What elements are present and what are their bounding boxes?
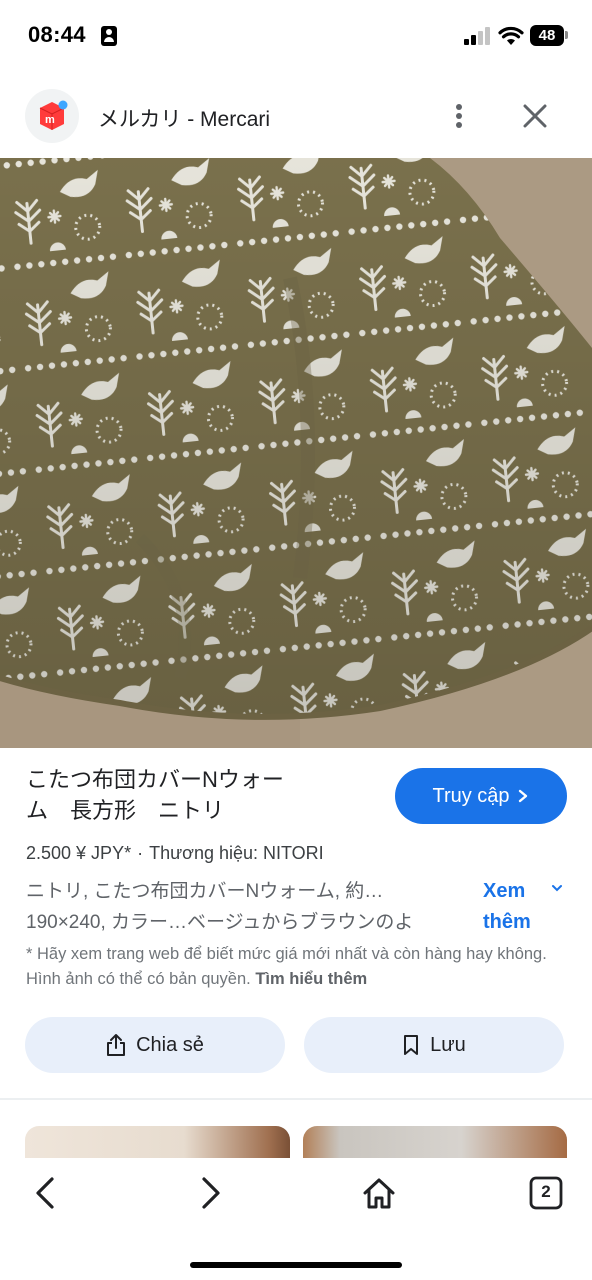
home-icon[interactable] bbox=[359, 1174, 399, 1214]
separator-dot: · bbox=[137, 843, 144, 863]
product-price: 2.500 ¥ JPY* bbox=[26, 843, 132, 863]
forward-icon[interactable] bbox=[190, 1174, 230, 1214]
chevron-down-icon[interactable] bbox=[550, 882, 564, 894]
bottom-nav: 2 bbox=[0, 1158, 592, 1280]
section-divider bbox=[0, 1098, 592, 1100]
share-button[interactable]: Chia sẻ bbox=[25, 1017, 285, 1073]
mercari-logo-icon: m bbox=[25, 89, 79, 143]
tab-count: 2 bbox=[541, 1182, 551, 1201]
visit-button[interactable]: Truy cập bbox=[395, 768, 567, 824]
description-line-2: 190×240, カラー…ベージュからブラウンのよ bbox=[26, 912, 414, 933]
save-button[interactable]: Lưu bbox=[304, 1017, 564, 1073]
wifi-icon bbox=[498, 26, 524, 45]
share-icon bbox=[107, 1034, 126, 1056]
status-bar: 08:44 48 bbox=[0, 0, 592, 72]
see-more-link[interactable]: Xem thêm bbox=[483, 876, 543, 938]
product-brand: Thương hiệu: NITORI bbox=[149, 843, 324, 863]
product-image[interactable] bbox=[0, 158, 592, 748]
product-title: こたつ布団カバーNウォー ム 長方形 ニトリ bbox=[26, 764, 366, 826]
chevron-right-icon bbox=[518, 789, 527, 803]
status-time: 08:44 bbox=[28, 22, 86, 47]
site-title: メルカリ - Mercari bbox=[98, 108, 271, 131]
cellular-signal-icon bbox=[464, 27, 492, 45]
price-line: 2.500 ¥ JPY* · Thương hiệu: NITORI bbox=[26, 843, 324, 864]
tabs-button[interactable]: 2 bbox=[528, 1175, 564, 1211]
description-line-1: ニトリ, こたつ布団カバーNウォーム, 約… bbox=[26, 881, 384, 902]
svg-text:m: m bbox=[45, 114, 55, 126]
visit-button-label: Truy cập bbox=[432, 784, 510, 807]
product-title-line-1: こたつ布団カバーNウォー bbox=[26, 767, 284, 792]
bookmark-icon bbox=[404, 1035, 419, 1055]
learn-more-link[interactable]: Tìm hiểu thêm bbox=[255, 970, 367, 988]
more-vert-icon[interactable] bbox=[449, 101, 469, 131]
close-icon[interactable] bbox=[519, 100, 551, 132]
back-icon[interactable] bbox=[26, 1174, 66, 1214]
battery-icon bbox=[565, 31, 568, 39]
share-button-label: Chia sẻ bbox=[136, 1033, 204, 1056]
product-description: ニトリ, こたつ布団カバーNウォーム, 約… 190×240, カラー…ベージュ… bbox=[26, 876, 466, 938]
site-header: m メルカリ - Mercari bbox=[0, 72, 592, 158]
battery-level: 48 bbox=[530, 25, 564, 46]
home-indicator bbox=[190, 1262, 402, 1268]
person-icon bbox=[101, 26, 117, 46]
product-title-line-2: ム 長方形 ニトリ bbox=[26, 798, 225, 823]
disclaimer: * Hãy xem trang web để biết mức giá mới … bbox=[26, 942, 566, 992]
save-button-label: Lưu bbox=[430, 1033, 466, 1056]
